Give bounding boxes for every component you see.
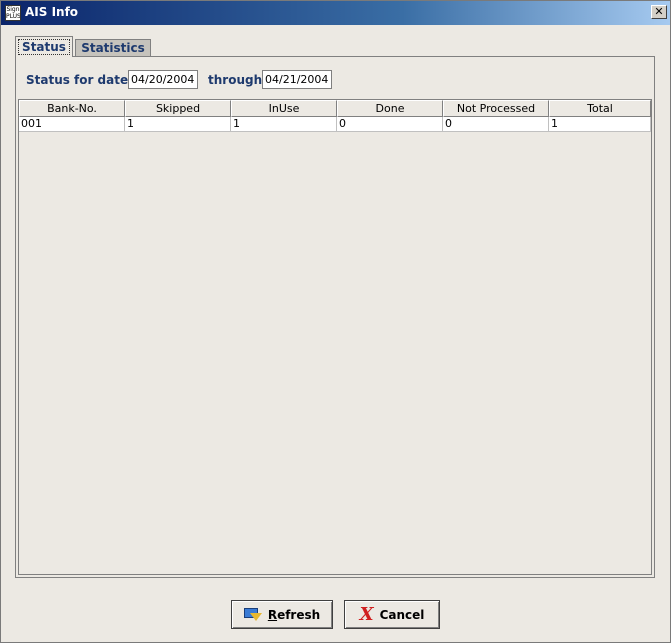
to-date-field[interactable]: 04/21/2004 xyxy=(262,70,332,89)
ais-info-window: Sign PLUS AIS Info ✕ Status Statistics S… xyxy=(0,0,671,643)
column-header-not-processed[interactable]: Not Processed xyxy=(443,100,549,117)
cell-bank-no: 001 xyxy=(19,117,125,132)
cell-total: 1 xyxy=(549,117,651,132)
tab-statistics[interactable]: Statistics xyxy=(75,39,151,57)
window-title: AIS Info xyxy=(25,5,79,19)
cell-done: 0 xyxy=(337,117,443,132)
table-row[interactable]: 001 1 1 0 0 1 xyxy=(19,117,651,132)
status-label: Status xyxy=(26,73,70,87)
cell-skipped: 1 xyxy=(125,117,231,132)
cell-inuse: 1 xyxy=(231,117,337,132)
title-bar[interactable]: Sign PLUS AIS Info ✕ xyxy=(1,1,670,25)
for-date-label: for date xyxy=(74,73,129,87)
column-header-skipped[interactable]: Skipped xyxy=(125,100,231,117)
status-panel: Status for date 04/20/2004 through 04/21… xyxy=(15,56,655,578)
column-header-total[interactable]: Total xyxy=(549,100,651,117)
tab-status-label: Status xyxy=(18,39,70,55)
table-header: Bank-No. Skipped InUse Done Not Processe… xyxy=(19,100,651,117)
cancel-button-label: Cancel xyxy=(379,607,425,622)
app-logo-icon: Sign PLUS xyxy=(5,5,21,21)
column-header-inuse[interactable]: InUse xyxy=(231,100,337,117)
refresh-icon xyxy=(243,607,262,622)
tab-status[interactable]: Status xyxy=(15,36,73,57)
status-table: Bank-No. Skipped InUse Done Not Processe… xyxy=(18,99,652,575)
cancel-x-icon: X xyxy=(359,603,374,625)
through-label: through xyxy=(208,73,263,87)
close-button[interactable]: ✕ xyxy=(651,5,667,19)
refresh-button[interactable]: Refresh xyxy=(231,600,333,629)
refresh-button-label: Refresh xyxy=(267,607,321,622)
cancel-button[interactable]: X Cancel xyxy=(344,600,440,629)
column-header-done[interactable]: Done xyxy=(337,100,443,117)
column-header-bank-no[interactable]: Bank-No. xyxy=(19,100,125,117)
cell-not-processed: 0 xyxy=(443,117,549,132)
from-date-field[interactable]: 04/20/2004 xyxy=(128,70,198,89)
